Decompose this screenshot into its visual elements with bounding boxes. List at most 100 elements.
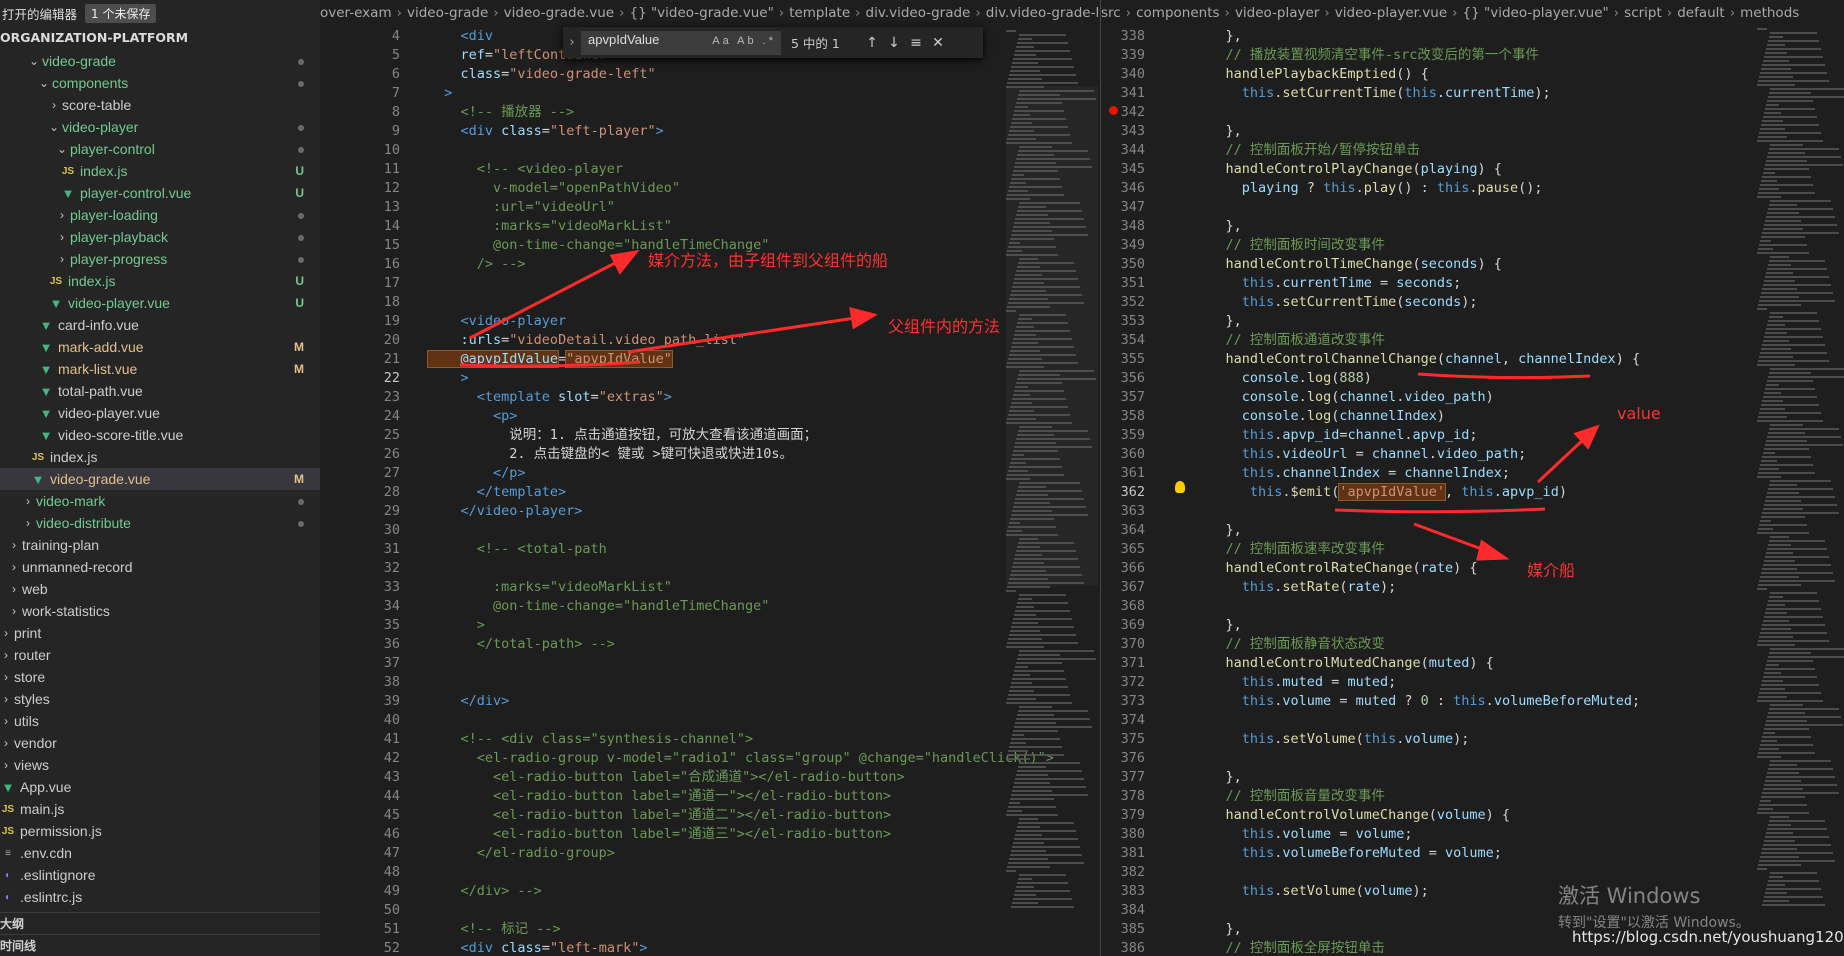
chevron-right-icon[interactable]: › [56, 230, 68, 244]
tree-folder[interactable]: › web [0, 578, 320, 600]
tree-file[interactable]: ≡ .env.cdn [0, 842, 320, 864]
minimap[interactable] [1006, 30, 1098, 956]
tree-folder[interactable]: ⌄ player-control [0, 138, 320, 160]
minimap-line [1762, 624, 1825, 626]
tree-file[interactable]: ▼ video-grade.vue M [0, 468, 320, 490]
chevron-right-icon[interactable]: › [8, 604, 20, 618]
timeline-section-header[interactable]: 时间线 [0, 934, 320, 956]
tree-folder[interactable]: › player-playback [0, 226, 320, 248]
code-token: channel [1339, 389, 1397, 405]
minimap-slider[interactable] [1006, 86, 1098, 586]
tree-file[interactable]: JS index.js [0, 446, 320, 468]
tree-folder[interactable]: › unmanned-record [0, 556, 320, 578]
chevron-right-icon[interactable]: › [0, 736, 12, 750]
chevron-right-icon[interactable]: › [0, 692, 12, 706]
tree-folder[interactable]: › training-plan [0, 534, 320, 556]
tree-folder[interactable]: ⌄ components [0, 72, 320, 94]
project-title[interactable]: ORGANIZATION-PLATFORM [0, 27, 320, 49]
find-in-selection-icon[interactable]: ≡ [905, 35, 927, 51]
tree-file[interactable]: ▼ video-player.vue U [0, 292, 320, 314]
chevron-down-icon[interactable]: ⌄ [48, 120, 60, 134]
minimap[interactable] [1757, 28, 1844, 954]
breakpoint-icon[interactable] [1109, 106, 1118, 115]
tree-folder[interactable]: › print [0, 622, 320, 644]
breadcrumb-item[interactable]: script [1624, 5, 1662, 21]
chevron-down-icon[interactable]: ⌄ [56, 142, 68, 156]
breadcrumb-item[interactable]: components [1136, 5, 1219, 21]
previous-match-arrow-up-icon[interactable]: ↑ [861, 35, 883, 51]
breadcrumb-item[interactable]: div.video-grade [866, 5, 971, 21]
breadcrumb-item[interactable]: video-player [1235, 5, 1319, 21]
breadcrumb-item[interactable]: methods [1740, 5, 1799, 21]
breadcrumb-item[interactable]: {} "video-grade.vue" [629, 5, 773, 21]
tree-folder[interactable]: › work-statistics [0, 600, 320, 622]
tree-file[interactable]: ▼ mark-add.vue M [0, 336, 320, 358]
tree-file[interactable]: ▼ video-score-title.vue [0, 424, 320, 446]
chevron-right-icon[interactable]: › [56, 208, 68, 222]
tree-folder[interactable]: › player-progress [0, 248, 320, 270]
breadcrumb-item[interactable]: video-grade [407, 5, 488, 21]
open-editors-header[interactable]: 打开的编辑器 1 个未保存 [0, 0, 320, 27]
chevron-right-icon[interactable]: › [22, 516, 34, 530]
tree-folder[interactable]: ⌄ video-player [0, 116, 320, 138]
chevron-right-icon[interactable]: › [0, 714, 12, 728]
breadcrumb-item[interactable]: video-grade.vue [504, 5, 614, 21]
tree-folder[interactable]: › styles [0, 688, 320, 710]
tree-file[interactable]: JS index.js U [0, 270, 320, 292]
tree-folder[interactable]: › video-mark [0, 490, 320, 512]
tree-file[interactable]: ▼ total-path.vue [0, 380, 320, 402]
close-icon[interactable]: ✕ [927, 35, 949, 51]
breadcrumb-item[interactable]: default [1677, 5, 1725, 21]
chevron-right-icon[interactable]: › [48, 98, 60, 112]
chevron-right-icon[interactable]: › [8, 538, 20, 552]
code-area[interactable]: }, // 播放装置视频清空事件-src改变后的第一个事件 handlePlay… [1193, 27, 1641, 956]
breadcrumb-item[interactable]: src [1101, 5, 1121, 21]
breadcrumb-item[interactable]: {} "video-player.vue" [1463, 5, 1609, 21]
minimap-line [1767, 436, 1841, 438]
tree-file[interactable]: ▼ App.vue [0, 776, 320, 798]
tree-file[interactable]: ◐ .eslintrc.js [0, 886, 320, 908]
toggle-replace-chevron-icon[interactable]: › [563, 35, 581, 50]
tree-file[interactable]: ◐ .eslintignore [0, 864, 320, 886]
outline-section-header[interactable]: 大纲 [0, 912, 320, 934]
lightbulb-icon[interactable] [1175, 481, 1185, 493]
find-options[interactable]: Aa Ab .* [712, 35, 776, 47]
tree-folder[interactable]: › vendor [0, 732, 320, 754]
tree-folder[interactable]: › utils [0, 710, 320, 732]
tree-file[interactable]: JS index.js U [0, 160, 320, 182]
chevron-right-icon[interactable]: › [56, 252, 68, 266]
minimap-line [1018, 878, 1032, 880]
tree-file[interactable]: JS permission.js [0, 820, 320, 842]
chevron-down-icon[interactable]: ⌄ [28, 54, 40, 68]
next-match-arrow-down-icon[interactable]: ↓ [883, 35, 905, 51]
minimap-line [1016, 606, 1034, 608]
breadcrumb-item[interactable]: div.video-grade-left [986, 5, 1100, 21]
breadcrumb-item[interactable]: over-exam [320, 5, 392, 21]
breadcrumb-item[interactable]: video-player.vue [1335, 5, 1447, 21]
tree-folder[interactable]: ⌄ video-grade [0, 50, 320, 72]
tree-file[interactable]: JS main.js [0, 798, 320, 820]
tree-file[interactable]: ▼ video-player.vue [0, 402, 320, 424]
tree-folder[interactable]: › player-loading [0, 204, 320, 226]
find-input[interactable]: apvpIdValue Aa Ab .* [581, 30, 781, 55]
breadcrumb-item[interactable]: template [789, 5, 850, 21]
tree-folder[interactable]: › score-table [0, 94, 320, 116]
tree-file[interactable]: ▼ player-control.vue U [0, 182, 320, 204]
code-area[interactable]: <div ref="leftContainer" class="video-gr… [426, 27, 1054, 956]
chevron-right-icon[interactable]: › [0, 758, 12, 772]
chevron-right-icon[interactable]: › [0, 670, 12, 684]
chevron-right-icon[interactable]: › [0, 626, 12, 640]
chevron-right-icon[interactable]: › [8, 582, 20, 596]
tree-folder[interactable]: › views [0, 754, 320, 776]
chevron-right-icon[interactable]: › [8, 560, 20, 574]
tree-folder[interactable]: › video-distribute [0, 512, 320, 534]
chevron-down-icon[interactable]: ⌄ [38, 76, 50, 90]
tree-file[interactable]: ▼ card-info.vue [0, 314, 320, 336]
chevron-right-icon[interactable]: › [0, 648, 12, 662]
tree-folder[interactable]: › store [0, 666, 320, 688]
code-line: this.channelIndex = channelIndex; [1193, 464, 1640, 483]
tree-folder[interactable]: › router [0, 644, 320, 666]
tree-file[interactable]: ▼ mark-list.vue M [0, 358, 320, 380]
minimap-line [1010, 630, 1040, 632]
chevron-right-icon[interactable]: › [22, 494, 34, 508]
